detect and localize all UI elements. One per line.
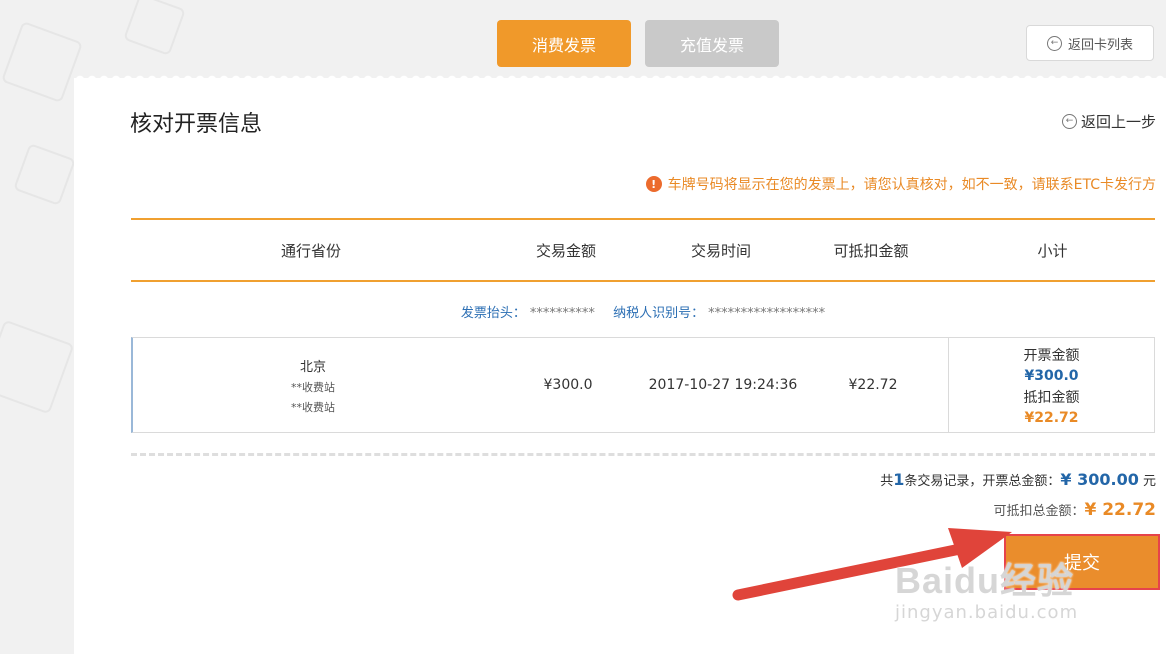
watermark-url: jingyan.baidu.com [895,602,1079,623]
baidu-watermark: Baidu经验 jingyan.baidu.com [895,552,1078,623]
watermark-logo: Baidu经验 [895,560,1075,601]
